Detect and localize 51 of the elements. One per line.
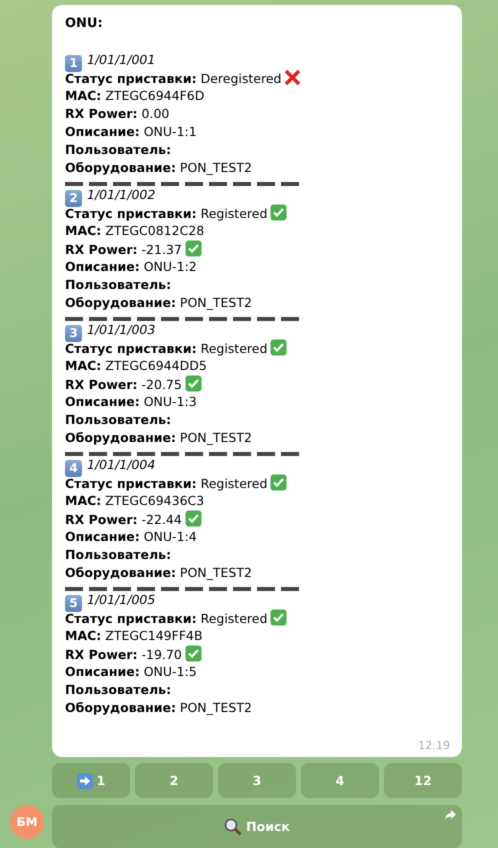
page-button[interactable]: 1 (52, 763, 130, 798)
port-id: 1/01/1/001 (87, 52, 156, 67)
field-text: Оборудование: PON_TEST2 (65, 160, 252, 175)
field-text: Статус приставки: Registered (65, 611, 268, 626)
field-text: Пользователь: (65, 277, 172, 292)
field-text: MAC: ZTEGC0812C28 (65, 223, 204, 238)
field-text: Описание: ONU-1:1 (65, 124, 197, 139)
share-icon (445, 810, 456, 820)
field-text: RX Power: -21.37 (65, 242, 182, 257)
field-text: Описание: ONU-1:5 (65, 664, 197, 679)
page-button[interactable]: 3 (218, 763, 296, 798)
field-text: Пользователь: (65, 412, 172, 427)
field-text: Оборудование: PON_TEST2 (65, 700, 252, 715)
field-text: Описание: ONU-1:3 (65, 394, 197, 409)
field-text: Статус приставки: Registered (65, 206, 268, 221)
message-title: ONU: (65, 15, 104, 33)
field-text: RX Power: -20.75 (65, 377, 182, 392)
field-text: Пользователь: (65, 547, 172, 562)
field-text: MAC: ZTEGC149FF4B (65, 628, 203, 643)
number-badge: 1 (65, 55, 82, 72)
field-text: Пользователь: (65, 682, 172, 697)
port-id: 1/01/1/005 (87, 592, 156, 607)
field-text: Оборудование: PON_TEST2 (65, 565, 252, 580)
field-text: RX Power: -19.70 (65, 647, 182, 662)
field-text: MAC: ZTEGC6944DD5 (65, 358, 207, 373)
field-text: Статус приставки: Registered (65, 476, 268, 491)
field-text: MAC: ZTEGC6944F6D (65, 88, 204, 103)
number-badge: 2 (65, 190, 82, 207)
field-text: Статус приставки: Deregistered (65, 71, 282, 86)
port-id: 1/01/1/002 (87, 187, 156, 202)
field-text: MAC: ZTEGC69436C3 (65, 493, 204, 508)
port-id: 1/01/1/004 (87, 457, 156, 472)
page-button[interactable]: 4 (301, 763, 379, 798)
field-text: Оборудование: PON_TEST2 (65, 295, 252, 310)
number-badge: 4 (65, 460, 82, 477)
magnifier-icon (224, 818, 242, 836)
number-badge: 3 (65, 325, 82, 342)
number-badge: 5 (65, 595, 82, 612)
search-button[interactable]: Поиск (52, 805, 462, 848)
page-button[interactable]: 2 (135, 763, 213, 798)
field-text: Статус приставки: Registered (65, 341, 268, 356)
field-text: Описание: ONU-1:2 (65, 259, 197, 274)
field-text: Оборудование: PON_TEST2 (65, 430, 252, 445)
field-text: RX Power: 0.00 (65, 106, 170, 121)
user-avatar[interactable]: БМ (10, 805, 44, 839)
field-text: Пользователь: (65, 142, 172, 157)
page-button[interactable]: 12 (384, 763, 462, 798)
field-text: Описание: ONU-1:4 (65, 529, 197, 544)
field-text: RX Power: -22.44 (65, 512, 182, 527)
message-time: 12:19 (418, 739, 450, 752)
port-id: 1/01/1/003 (87, 322, 156, 337)
